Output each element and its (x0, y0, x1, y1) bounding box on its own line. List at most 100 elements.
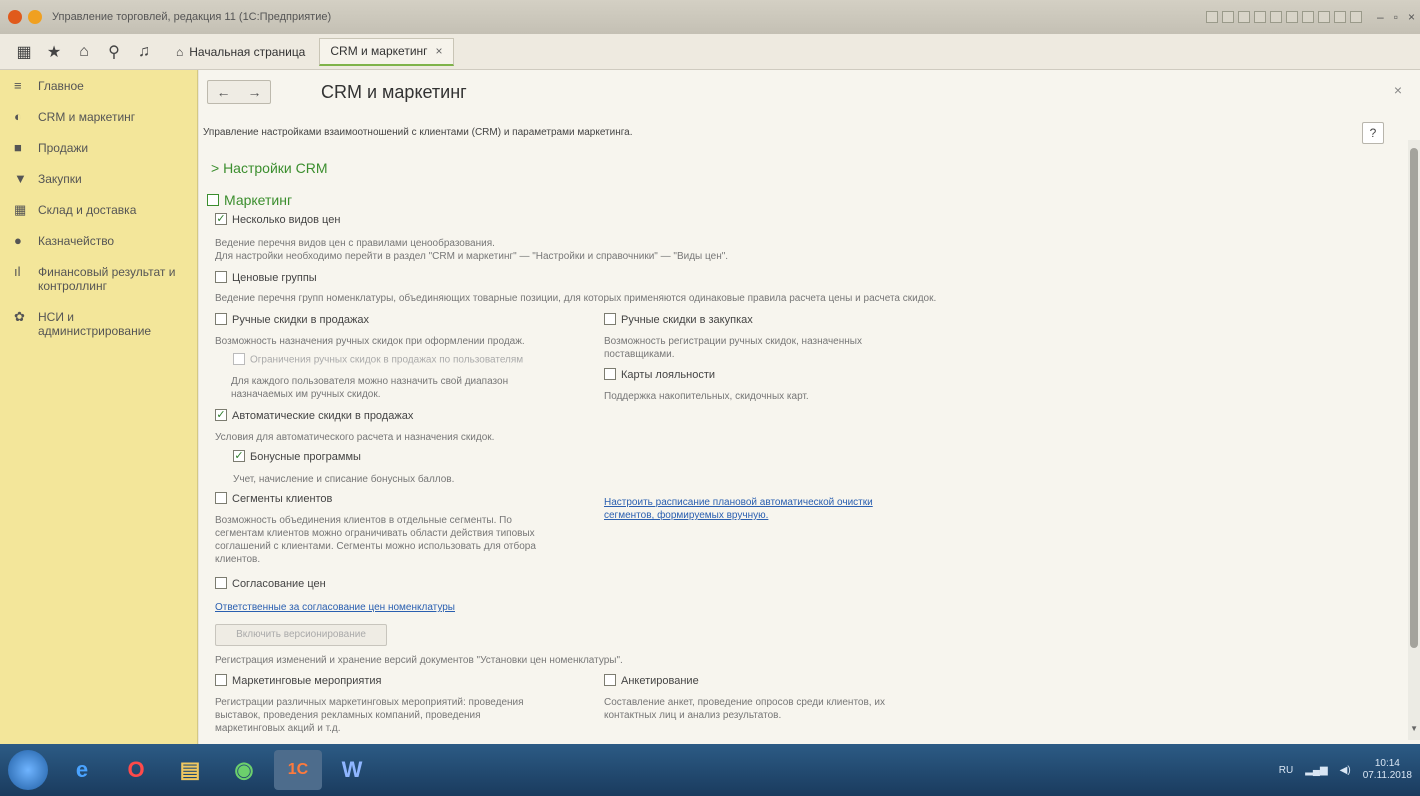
back-arrow-icon[interactable]: ← (217, 84, 231, 100)
toolbar-icon[interactable] (1206, 11, 1219, 23)
description-line: Составление анкет, проведение опросов ср… (604, 697, 885, 708)
sidebar-item-warehouse[interactable]: ▦ Склад и доставка (0, 194, 197, 225)
description-line: Для каждого пользователя можно назначить… (231, 376, 509, 387)
sidebar-item-label: Главное (38, 79, 84, 93)
description-line: Учет, начисление и списание бонусных бал… (233, 474, 455, 485)
segments-schedule-link[interactable]: Настроить расписание плановой автоматиче… (604, 496, 873, 522)
sidebar-item-treasury[interactable]: ● Казначейство (0, 225, 197, 256)
description-line: соглашений с клиентами. Сегменты можно и… (215, 541, 536, 552)
title-bar: Управление торговлей, редакция 11 (1С:Пр… (0, 0, 1420, 34)
ie-taskbar-icon[interactable]: e (58, 750, 106, 790)
sidebar-item-label: CRM и маркетинг (38, 110, 136, 124)
enable-versioning-button[interactable]: Включить версионирование (215, 624, 387, 646)
checkbox-box (604, 368, 616, 381)
close-form-icon[interactable]: × (1394, 82, 1402, 98)
checkbox-price-types[interactable]: ✓ Несколько видов цен (215, 213, 340, 226)
toolbar-icon[interactable] (1302, 11, 1315, 23)
sidebar-item-crm[interactable]: ◐ CRM и маркетинг (0, 101, 197, 132)
favorites-star-icon[interactable]: ★ (42, 40, 66, 64)
1c-logo-icon[interactable] (8, 10, 22, 24)
network-icon[interactable]: ▂▄▆ (1305, 765, 1327, 776)
close-tab-icon[interactable]: × (436, 44, 443, 58)
sidebar-item-main[interactable]: ≡ Главное (0, 70, 197, 101)
page-intro: Управление настройками взаимоотношений с… (203, 127, 633, 138)
description-line: сегментам клиентов можно ограничивать об… (215, 528, 535, 539)
section-marketing[interactable]: Маркетинг (207, 192, 292, 208)
1c-taskbar-icon[interactable]: 1С (274, 750, 322, 790)
forward-arrow-icon[interactable]: → (248, 84, 262, 100)
description-line: Поддержка накопительных, скидочных карт. (604, 391, 809, 402)
description-line: Ведение перечня групп номенклатуры, объе… (215, 293, 937, 304)
checkbox-bonus-programs[interactable]: ✓ Бонусные программы (233, 450, 361, 463)
description-line: назначаемых им ручных скидок. (231, 389, 381, 400)
checkbox-loyalty-cards[interactable]: Карты лояльности (604, 368, 716, 381)
notifications-bell-icon[interactable]: ♫ (132, 40, 156, 64)
scrollbar-thumb[interactable] (1410, 148, 1418, 648)
checkbox-client-segments[interactable]: Сегменты клиентов (215, 492, 332, 505)
description-line: Возможность объединения клиентов в отдел… (215, 515, 512, 526)
clock[interactable]: 10:14 07.11.2018 (1363, 758, 1412, 782)
search-icon[interactable]: ⚲ (102, 40, 126, 64)
checkbox-price-approval[interactable]: Согласование цен (215, 577, 326, 590)
checkbox-box (604, 313, 616, 326)
checkbox-box (215, 674, 227, 687)
description-line: клиентов. (215, 554, 261, 565)
checkbox-marketing-events[interactable]: Маркетинговые мероприятия (215, 674, 382, 687)
toolbar-icon[interactable] (1334, 11, 1347, 23)
checkbox-surveys[interactable]: Анкетирование (604, 674, 699, 687)
coin-icon: ● (14, 233, 22, 248)
apps-grid-icon[interactable]: ▦ (12, 40, 36, 64)
checkbox-box (215, 271, 227, 284)
checkbox-price-groups[interactable]: Ценовые группы (215, 271, 317, 284)
checkbox-box (215, 313, 227, 326)
maximize-button[interactable]: ▫ (1394, 10, 1398, 24)
toolbar-icon[interactable] (1270, 11, 1283, 23)
word-taskbar-icon[interactable]: W (328, 750, 376, 790)
settings-form: ← → CRM и маркетинг × ? Управление настр… (199, 70, 1420, 744)
description-line: Возможность назначения ручных скидок при… (215, 336, 525, 347)
collapse-icon (207, 194, 219, 207)
explorer-taskbar-icon[interactable]: ▤ (166, 750, 214, 790)
checkbox-label: Маркетинговые мероприятия (232, 675, 382, 687)
main-menu-icon[interactable] (28, 10, 42, 24)
events-description: Регистрации различных маркетинговых меро… (215, 696, 524, 735)
sidebar-item-finance[interactable]: ıl Финансовый результат и контроллинг (0, 256, 197, 301)
checkbox-label: Ограничения ручных скидок в продажах по … (250, 354, 524, 366)
toolbar-icon[interactable] (1238, 11, 1251, 23)
toolbar-icon[interactable] (1254, 11, 1267, 23)
checkbox-label: Карты лояльности (621, 369, 716, 381)
section-crm-settings[interactable]: > Настройки CRM (211, 160, 327, 176)
tab-crm[interactable]: CRM и маркетинг × (319, 37, 454, 66)
checkbox-manual-purchase-discounts[interactable]: Ручные скидки в закупках (604, 313, 753, 326)
history-navigation: ← → (207, 80, 271, 104)
clock-time: 10:14 (1374, 758, 1400, 769)
toolbar-icon[interactable] (1222, 11, 1235, 23)
versioning-description: Регистрация изменений и хранение версий … (215, 654, 623, 667)
close-window-button[interactable]: × (1408, 10, 1415, 24)
checkbox-label: Ручные скидки в закупках (621, 314, 753, 326)
minimize-button[interactable]: – (1377, 10, 1384, 24)
toolbar-icon[interactable] (1286, 11, 1299, 23)
start-button[interactable] (8, 750, 48, 790)
checkbox-auto-discounts[interactable]: ✓ Автоматические скидки в продажах (215, 409, 413, 422)
volume-icon[interactable]: ◀) (1340, 765, 1351, 776)
price-types-description: Ведение перечня видов цен с правилами це… (215, 237, 728, 263)
tab-home[interactable]: ⌂ Начальная страница (166, 38, 315, 66)
approval-responsible-link[interactable]: Ответственные за согласование цен номенк… (215, 601, 455, 614)
sidebar-item-purchases[interactable]: ▼ Закупки (0, 163, 197, 194)
checkmark-icon: ✓ (233, 450, 245, 463)
chrome-taskbar-icon[interactable]: ◉ (220, 750, 268, 790)
sidebar-item-sales[interactable]: ■ Продажи (0, 132, 197, 163)
history-icon[interactable]: ⌂ (72, 40, 96, 64)
toolbar-icon[interactable] (1318, 11, 1331, 23)
opera-taskbar-icon[interactable]: O (112, 750, 160, 790)
sidebar-item-label: НСИ и администрирование (38, 310, 152, 338)
toolbar-icon[interactable] (1350, 11, 1363, 23)
checkbox-manual-sales-discounts[interactable]: Ручные скидки в продажах (215, 313, 369, 326)
help-button[interactable]: ? (1362, 122, 1384, 144)
checkbox-manual-discount-limits[interactable]: Ограничения ручных скидок в продажах по … (233, 353, 524, 366)
language-indicator[interactable]: RU (1279, 765, 1293, 776)
sidebar-item-admin[interactable]: ✿ НСИ и администрирование (0, 301, 197, 346)
title-toolbar (1206, 11, 1363, 23)
scroll-down-icon[interactable]: ▼ (1410, 724, 1418, 733)
